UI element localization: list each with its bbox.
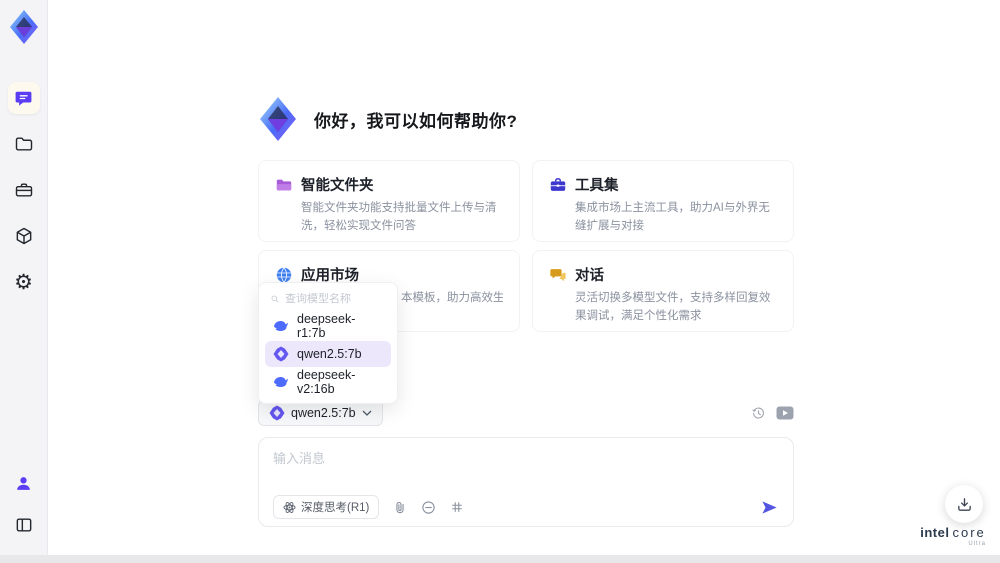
history-button[interactable] (751, 406, 766, 421)
card-description: 智能文件夹功能支持批量文件上传与清洗，轻松实现文件问答 (301, 202, 497, 232)
dialogue-bubbles-icon (550, 268, 566, 281)
columns-icon (16, 518, 31, 532)
model-search-row (263, 289, 393, 311)
search-icon (271, 295, 279, 303)
core-brand-text: core (952, 525, 986, 540)
deepseek-icon (274, 320, 288, 332)
sidebar-item-account[interactable] (8, 467, 40, 499)
deep-think-label: 深度思考(R1) (301, 502, 370, 514)
web-button[interactable] (421, 500, 436, 515)
badge-sub-text: Ultra (968, 541, 986, 547)
paperclip-icon (396, 501, 404, 513)
selected-model-label: qwen2.5:7b (291, 406, 356, 420)
app-window: ⚙ 你好，我可以如何帮助你? 智能文件夹 智能文件夹功能支持批量文件上传与清洗，… (0, 0, 1000, 563)
briefcase-icon (15, 183, 32, 197)
sidebar-item-models[interactable] (8, 220, 40, 252)
card-title: 工具集 (575, 178, 619, 194)
composer-toolbar: 深度思考(R1) (273, 495, 779, 519)
greeting-header: 你好，我可以如何帮助你? (254, 94, 517, 144)
toolset-briefcase-icon (550, 177, 566, 191)
qwen-icon (269, 405, 285, 421)
cube-icon (16, 227, 31, 245)
user-icon (17, 476, 30, 490)
send-icon (762, 500, 777, 514)
history-icon (752, 407, 764, 419)
video-button[interactable] (776, 406, 794, 420)
model-dropdown: deepseek-r1:7b qwen2.5:7b deepseek-v2:16… (258, 282, 398, 404)
atom-icon (283, 501, 296, 513)
grid-icon (452, 502, 463, 512)
purple-folder-icon (276, 179, 292, 190)
model-option-label: deepseek-r1:7b (297, 312, 356, 340)
card-dialogue[interactable]: 对话 灵活切换多模型文件，支持多样回复效果调试，满足个性化需求 (532, 250, 794, 332)
folder-icon (15, 137, 32, 151)
main-area: 你好，我可以如何帮助你? 智能文件夹 智能文件夹功能支持批量文件上传与清洗，轻松… (48, 0, 1000, 555)
model-search-input[interactable] (285, 293, 385, 305)
download-icon (957, 497, 971, 511)
intel-brand-text: intel (920, 525, 950, 540)
card-description: 灵活切换多模型文件，支持多样回复效果调试，满足个性化需求 (575, 292, 771, 322)
gear-icon: ⚙ (14, 270, 33, 294)
model-option-label: qwen2.5:7b (297, 347, 362, 361)
assistant-logo-icon (260, 97, 296, 141)
model-option-qwen[interactable]: qwen2.5:7b (265, 341, 391, 367)
globe-icon (422, 500, 436, 514)
model-option-deepseek-v2[interactable]: deepseek-v2:16b (265, 368, 391, 396)
chat-icon (15, 91, 32, 106)
intel-core-badge: intel core Ultra (920, 525, 986, 547)
sidebar-item-chat[interactable] (7, 82, 40, 114)
video-icon (776, 406, 794, 420)
sidebar-item-folders[interactable] (8, 128, 40, 160)
sidebar-item-collapse[interactable] (8, 509, 40, 541)
card-toolset[interactable]: 工具集 集成市场上主流工具，助力AI与外界无缝扩展与对接 (532, 160, 794, 242)
bottom-edge-bar (0, 555, 1000, 563)
sidebar-item-toolbox[interactable] (8, 174, 40, 206)
card-smart-folder[interactable]: 智能文件夹 智能文件夹功能支持批量文件上传与清洗，轻松实现文件问答 (258, 160, 520, 242)
card-description: 集成市场上主流工具，助力AI与外界无缝扩展与对接 (575, 202, 770, 232)
message-composer: 深度思考(R1) (258, 437, 794, 527)
sidebar-item-settings[interactable]: ⚙ (8, 266, 40, 298)
deep-think-toggle[interactable]: 深度思考(R1) (273, 495, 380, 519)
app-market-globe-icon (276, 267, 292, 282)
deepseek-icon (274, 376, 288, 388)
chevron-down-icon (362, 410, 372, 416)
greeting-title: 你好，我可以如何帮助你? (314, 111, 518, 131)
model-option-label: deepseek-v2:16b (297, 368, 356, 396)
message-input[interactable] (273, 448, 779, 482)
download-button[interactable] (945, 485, 983, 523)
card-title: 对话 (575, 268, 604, 284)
app-logo-icon (9, 10, 38, 44)
send-button[interactable] (760, 498, 779, 517)
knowledge-button[interactable] (450, 500, 464, 514)
sidebar: ⚙ (0, 0, 48, 555)
card-title: 智能文件夹 (301, 178, 374, 194)
model-option-deepseek-r1[interactable]: deepseek-r1:7b (265, 312, 391, 340)
qwen-icon (273, 346, 289, 362)
attach-button[interactable] (393, 500, 407, 515)
